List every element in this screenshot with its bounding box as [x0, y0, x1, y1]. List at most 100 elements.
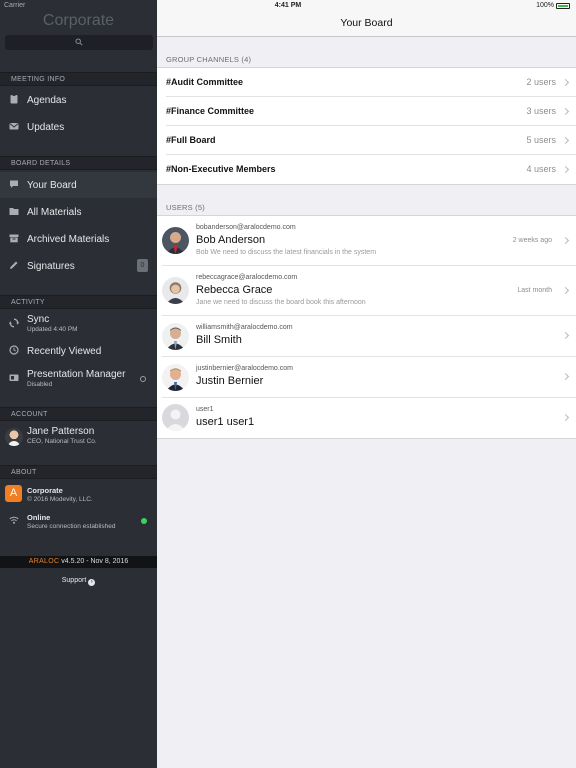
channel-row[interactable]: #Audit Committee 2 users — [166, 68, 576, 97]
sidebar-item-label: Your Board — [27, 180, 77, 191]
sidebar-item-archived-materials[interactable]: Archived Materials — [0, 226, 157, 252]
channel-user-count: 3 users — [526, 106, 556, 116]
user-email: bobanderson@aralocdemo.com — [196, 224, 296, 231]
wifi-icon — [9, 516, 19, 524]
avatar — [162, 364, 189, 391]
user-row[interactable]: bobanderson@aralocdemo.com Bob Anderson … — [162, 216, 576, 266]
sidebar-item-label: Signatures — [27, 261, 75, 272]
section-header-meeting-info: MEETING INFO — [0, 72, 157, 86]
section-header-account: ACCOUNT — [0, 407, 157, 421]
sidebar-search-input[interactable] — [5, 35, 153, 50]
online-status-dot — [141, 518, 147, 524]
presentation-manager-status: Disabled — [27, 381, 53, 388]
arrow-right-icon: › — [88, 579, 96, 586]
sidebar-item-connection: Online Secure connection established — [0, 508, 157, 535]
channel-row[interactable]: #Non-Executive Members 4 users — [166, 155, 576, 184]
avatar-placeholder-icon — [162, 404, 189, 431]
chevron-right-icon — [561, 78, 570, 87]
sidebar-item-all-materials[interactable]: All Materials — [0, 199, 157, 225]
chevron-right-icon — [561, 286, 570, 295]
signatures-count-badge: 0 — [137, 259, 148, 272]
connection-status: Online — [27, 513, 51, 522]
clipboard-icon — [10, 94, 18, 104]
avatar — [5, 428, 23, 446]
sidebar-item-label: Recently Viewed — [27, 346, 102, 357]
user-last-message: Jane we need to discuss the board book t… — [196, 299, 366, 306]
version-info: ARALOC v4.5.20 - Nov 8, 2016 — [0, 556, 157, 568]
user-row[interactable]: user1 user1 user1 — [162, 398, 576, 438]
sidebar-item-label: Archived Materials — [27, 234, 110, 245]
folder-icon — [9, 208, 19, 215]
user-name: user1 user1 — [196, 416, 255, 428]
support-label: Support — [61, 577, 87, 584]
connection-detail: Secure connection established — [27, 523, 116, 530]
chevron-right-icon — [561, 236, 570, 245]
clock-icon — [9, 345, 19, 355]
user-name: Bob Anderson — [196, 234, 266, 246]
sidebar-item-recently-viewed[interactable]: Recently Viewed — [0, 338, 157, 364]
channel-row[interactable]: #Finance Committee 3 users — [166, 97, 576, 126]
chevron-right-icon — [561, 372, 570, 381]
chevron-right-icon — [561, 413, 570, 422]
channel-user-count: 5 users — [526, 135, 556, 145]
channel-user-count: 2 users — [526, 77, 556, 87]
channel-name: #Full Board — [166, 135, 216, 145]
search-icon — [75, 38, 83, 46]
section-header-activity: ACTIVITY — [0, 295, 157, 309]
user-row[interactable]: justinbernier@aralocdemo.com Justin Bern… — [162, 357, 576, 398]
user-email: rebeccagrace@aralocdemo.com — [196, 274, 298, 281]
chevron-right-icon — [561, 136, 570, 145]
sync-status-text: Updated 4:40 PM — [27, 326, 78, 333]
sidebar-item-presentation-manager[interactable]: Presentation Manager Disabled — [0, 366, 157, 394]
avatar — [162, 323, 189, 350]
group-channels-header: GROUP CHANNELS (4) — [166, 55, 252, 64]
version-text: v4.5.20 - Nov 8, 2016 — [59, 558, 129, 565]
sidebar-item-account[interactable]: Jane Patterson CEO, National Trust Co. — [0, 423, 157, 451]
avatar — [162, 227, 189, 254]
sidebar-item-updates[interactable]: Updates — [0, 114, 157, 140]
chevron-right-icon — [561, 107, 570, 116]
users-header: USERS (5) — [166, 203, 205, 212]
user-list: bobanderson@aralocdemo.com Bob Anderson … — [157, 215, 576, 439]
status-time: 4:41 PM — [274, 2, 302, 9]
sidebar-item-label: Presentation Manager — [27, 369, 126, 380]
app-title: Corporate — [42, 12, 115, 29]
sidebar-item-label: All Materials — [27, 207, 82, 218]
page-title: Your Board — [340, 17, 393, 29]
channel-name: #Non-Executive Members — [166, 164, 276, 174]
sidebar-item-your-board[interactable]: Your Board — [0, 172, 157, 198]
channel-list: #Audit Committee 2 users #Finance Commit… — [157, 67, 576, 185]
user-row[interactable]: williamsmith@aralocdemo.com Bill Smith — [162, 316, 576, 357]
status-bar: Carrier 4:41 PM 100% — [0, 0, 576, 12]
channel-user-count: 4 users — [526, 164, 556, 174]
user-last-message: Bob We need to discuss the latest financ… — [196, 249, 377, 256]
channel-name: #Finance Committee — [166, 106, 255, 116]
user-row[interactable]: rebeccagrace@aralocdemo.com Rebecca Grac… — [162, 266, 576, 316]
message-timestamp: Last month — [517, 287, 552, 294]
sidebar-item-label: Agendas — [27, 95, 67, 106]
user-name: Justin Bernier — [196, 375, 264, 387]
presentation-manager-toggle[interactable] — [140, 376, 146, 382]
chat-bubble-icon — [10, 180, 18, 188]
sidebar-item-sync[interactable]: Sync Updated 4:40 PM — [0, 311, 157, 339]
sidebar-item-label: Sync — [27, 314, 50, 325]
section-header-board-details: BOARD DETAILS — [0, 156, 157, 170]
presentation-icon — [9, 374, 19, 381]
sidebar-item-signatures[interactable]: Signatures 0 — [0, 253, 157, 279]
user-name: Rebecca Grace — [196, 284, 273, 296]
channel-row[interactable]: #Full Board 5 users — [166, 126, 576, 155]
user-name: Bill Smith — [196, 334, 242, 346]
brand-label: ARALOC — [28, 558, 60, 565]
about-copyright: © 2016 Modevity, LLC. — [27, 496, 93, 503]
chevron-right-icon — [561, 165, 570, 174]
sidebar: Corporate MEETING INFO Agendas Updates B… — [0, 0, 157, 768]
message-timestamp: 2 weeks ago — [512, 237, 552, 244]
user-email: williamsmith@aralocdemo.com — [196, 324, 293, 331]
sidebar-item-about-app[interactable]: A Corporate © 2016 Modevity, LLC. — [0, 481, 157, 508]
support-link[interactable]: Support › — [0, 577, 157, 586]
sidebar-item-agendas[interactable]: Agendas — [0, 87, 157, 113]
account-role: CEO, National Trust Co. — [27, 438, 97, 445]
pen-icon — [10, 261, 18, 269]
envelope-icon — [9, 123, 19, 130]
user-email: justinbernier@aralocdemo.com — [196, 365, 293, 372]
